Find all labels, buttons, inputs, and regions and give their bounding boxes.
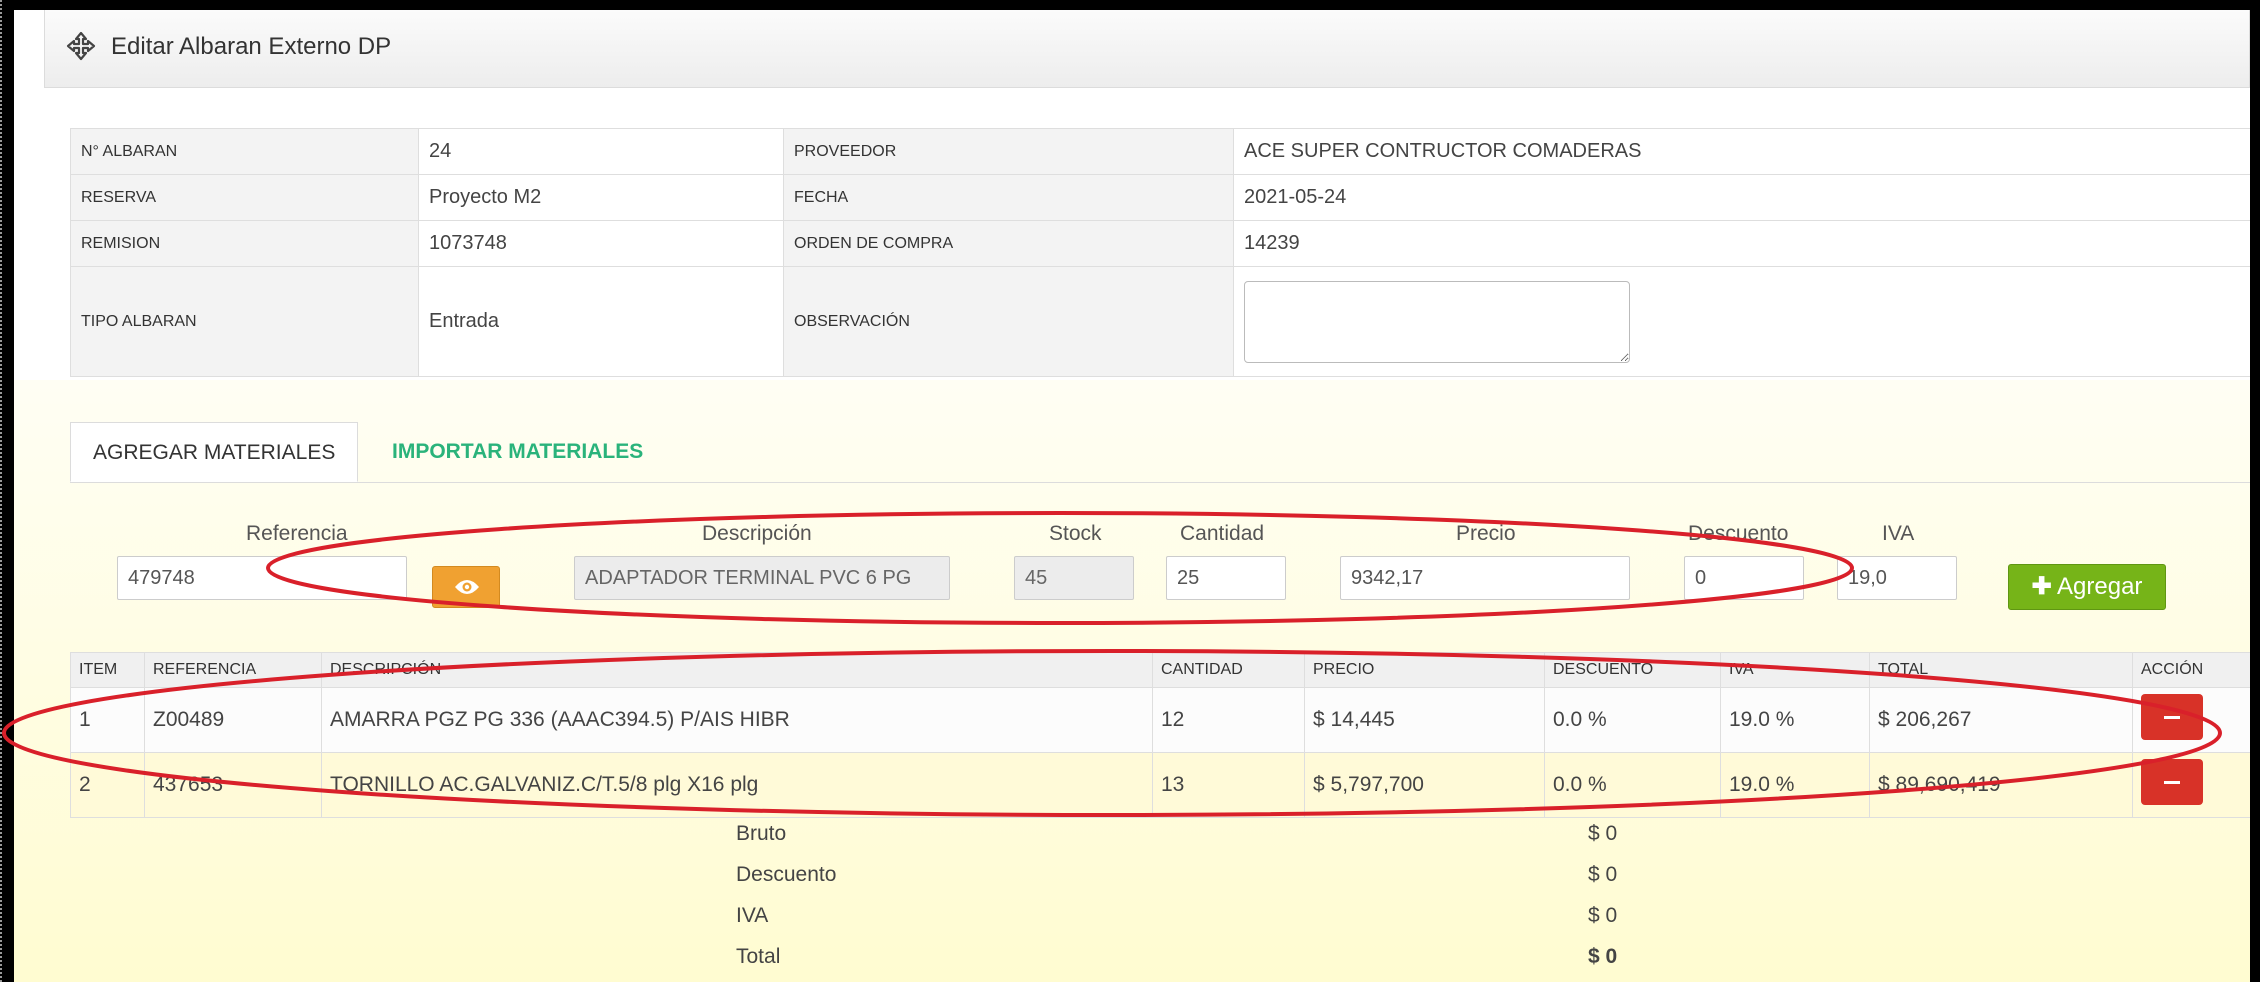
cell-descripcion: TORNILLO AC.GALVANIZ.C/T.5/8 plg X16 plg [321,752,1153,818]
value-albaran-number: 24 [418,128,784,175]
stock-label: Stock [1049,522,1102,545]
col-accion: ACCIÓN [2132,652,2250,688]
cell-cantidad: 13 [1152,752,1305,818]
referencia-input[interactable]: 479748 [117,556,407,600]
col-iva: IVA [1720,652,1870,688]
albaran-info-table: N° ALBARAN 24 PROVEEDOR ACE SUPER CONTRU… [70,128,2250,377]
iva-input[interactable]: 19,0 [1837,556,1957,600]
value-reservation: Proyecto M2 [418,174,784,221]
descripcion-input[interactable]: ADAPTADOR TERMINAL PVC 6 PG [574,556,950,600]
cell-precio: $ 14,445 [1304,687,1545,753]
value-date: 2021-05-24 [1233,174,2250,221]
cell-item: 2 [70,752,145,818]
table-header-row: ITEM REFERENCIA DESCRIPCIÓN CANTIDAD PRE… [70,652,2250,688]
label-provider: PROVEEDOR [783,128,1234,175]
cell-referencia: Z00489 [144,687,322,753]
cell-descripcion: AMARRA PGZ PG 336 (AAAC394.5) P/AIS HIBR [321,687,1153,753]
cantidad-input[interactable]: 25 [1166,556,1286,600]
label-date: FECHA [783,174,1234,221]
panel-header: Editar Albaran Externo DP [44,10,2250,88]
left-dotted-edge [0,0,6,982]
cell-total: $ 206,267 [1869,687,2133,753]
eye-icon [455,580,479,594]
tab-agregar-materiales[interactable]: AGREGAR MATERIALES [70,422,359,482]
col-precio: PRECIO [1304,652,1545,688]
move-icon[interactable] [65,30,97,62]
cantidad-label: Cantidad [1180,522,1265,545]
descuento-total-label: Descuento [736,863,837,886]
table-row: 1 Z00489 AMARRA PGZ PG 336 (AAAC394.5) P… [70,687,2250,753]
cell-item: 1 [70,687,145,753]
cell-iva: 19.0 % [1720,752,1870,818]
label-reservation: RESERVA [70,174,419,221]
descuento-label: Descuento [1688,522,1789,545]
label-albaran-type: TIPO ALBARAN [70,266,419,377]
bruto-value: $ 0 [1588,822,1618,845]
col-referencia: REFERENCIA [144,652,322,688]
add-material-button[interactable]: ✚ Agregar [2008,564,2166,610]
col-total: TOTAL [1869,652,2133,688]
table-row: 2 437653 TORNILLO AC.GALVANIZ.C/T.5/8 pl… [70,752,2250,818]
tab-importar-materiales[interactable]: IMPORTAR MATERIALES [370,422,665,482]
iva-label: IVA [1882,522,1915,545]
col-descuento: DESCUENTO [1544,652,1721,688]
cell-total: $ 89,690,419 [1869,752,2133,818]
descripcion-label: Descripción [702,522,812,545]
col-cantidad: CANTIDAD [1152,652,1305,688]
value-remision: 1073748 [418,220,784,267]
col-descripcion: DESCRIPCIÓN [321,652,1153,688]
stock-input[interactable]: 45 [1014,556,1134,600]
cell-precio: $ 5,797,700 [1304,752,1545,818]
cell-iva: 19.0 % [1720,687,1870,753]
iva-total-label: IVA [736,904,769,927]
total-label: Total [736,945,781,968]
label-albaran-number: N° ALBARAN [70,128,419,175]
precio-label: Precio [1456,522,1516,545]
descuento-input[interactable]: 0 [1684,556,1804,600]
label-observation: OBSERVACIÓN [783,266,1234,377]
value-purchase-order: 14239 [1233,220,2250,267]
minus-icon [2164,781,2180,784]
label-remision: REMISION [70,220,419,267]
minus-icon [2164,716,2180,719]
iva-total-value: $ 0 [1588,904,1618,927]
cell-descuento: 0.0 % [1544,687,1721,753]
total-value: $ 0 [1588,945,1618,968]
label-purchase-order: ORDEN DE COMPRA [783,220,1234,267]
value-provider: ACE SUPER CONTRUCTOR COMADERAS [1233,128,2250,175]
value-albaran-type: Entrada [418,266,784,377]
plus-icon: ✚ [2031,573,2052,600]
remove-row-button[interactable] [2141,694,2203,740]
cell-referencia: 437653 [144,752,322,818]
precio-input[interactable]: 9342,17 [1340,556,1630,600]
referencia-label: Referencia [246,522,348,545]
remove-row-button[interactable] [2141,759,2203,805]
observation-textarea[interactable] [1244,280,1630,363]
descuento-total-value: $ 0 [1588,863,1618,886]
view-button[interactable] [432,566,500,608]
col-item: ITEM [70,652,145,688]
materials-table: ITEM REFERENCIA DESCRIPCIÓN CANTIDAD PRE… [70,652,2250,818]
page-title: Editar Albaran Externo DP [111,33,392,60]
bruto-label: Bruto [736,822,787,845]
cell-cantidad: 12 [1152,687,1305,753]
app-frame: Editar Albaran Externo DP N° ALBARAN 24 … [0,0,2260,982]
cell-descuento: 0.0 % [1544,752,1721,818]
materials-tabs: AGREGAR MATERIALES IMPORTAR MATERIALES [70,422,2250,483]
